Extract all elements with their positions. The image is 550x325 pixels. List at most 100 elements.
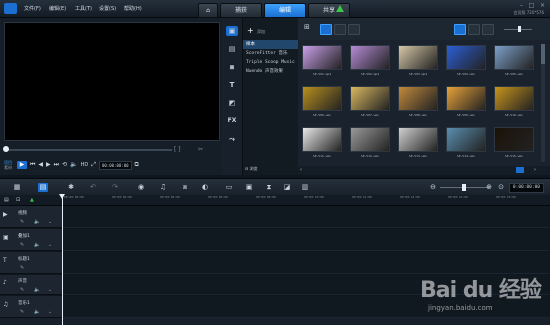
media-thumbnail[interactable] [494, 86, 534, 111]
menu-help[interactable]: 帮助(H) [124, 5, 142, 12]
zoom-out-icon[interactable]: ⊖ [428, 183, 438, 192]
fx-icon[interactable]: FX [226, 116, 238, 126]
zoom-preview-icon[interactable]: ⤢ [91, 161, 96, 169]
hd-toggle[interactable]: HD [81, 161, 89, 169]
subtitle-icon[interactable]: ▭ [224, 183, 234, 192]
auto-music-icon[interactable]: ⧈ [180, 183, 190, 192]
volume-icon[interactable]: 🔈 [70, 161, 77, 169]
track-title[interactable] [63, 252, 550, 274]
mute-icon[interactable]: 🔈 [34, 242, 40, 248]
playhead[interactable] [62, 196, 63, 325]
lock-icon[interactable]: ✎ [20, 242, 24, 248]
title-icon[interactable]: T [226, 80, 238, 90]
undo-icon[interactable]: ↶ [88, 183, 98, 192]
folder-item[interactable]: ScoreFitter 音乐 [243, 49, 298, 58]
instant-project-icon[interactable]: ▤ [226, 44, 238, 54]
expand-icon[interactable]: ⌄ [48, 219, 52, 225]
media-thumbnail[interactable] [446, 45, 486, 70]
tab-capture[interactable]: 捕获 [220, 3, 262, 18]
add-folder-label[interactable]: 添加 [257, 29, 265, 35]
media-icon[interactable]: ▣ [226, 26, 238, 36]
lock-icon[interactable]: ✎ [20, 309, 24, 315]
media-thumbnail[interactable] [302, 45, 342, 70]
media-thumbnail[interactable] [302, 127, 342, 152]
media-thumbnail[interactable] [302, 86, 342, 111]
scrub-handle[interactable] [3, 146, 9, 152]
expand-icon[interactable]: ⌄ [48, 242, 52, 248]
record-capture-icon[interactable]: ◉ [136, 183, 146, 192]
upload-icon[interactable] [336, 5, 344, 12]
graphics-icon[interactable]: ◩ [226, 98, 238, 108]
media-thumbnail[interactable] [494, 45, 534, 70]
media-thumbnail[interactable] [446, 127, 486, 152]
mute-icon[interactable]: 🔈 [34, 219, 40, 225]
snapshot-icon[interactable]: ⧉ [135, 161, 139, 169]
library-folders: + 添加 样本 ScoreFitter 音乐 Triple Scoop Musi… [243, 18, 298, 175]
lock-icon[interactable]: ✎ [20, 219, 24, 225]
options-icon[interactable] [516, 167, 524, 173]
timeline-timecode[interactable]: 0:00:00:00 [508, 183, 544, 193]
split-icon[interactable]: ✂ [198, 146, 203, 153]
lock-icon[interactable]: ✎ [20, 287, 24, 293]
split-screen-icon[interactable]: ▥ [300, 183, 310, 192]
transition-icon[interactable]: ⧈ [226, 62, 238, 72]
redo-icon[interactable]: ↷ [110, 183, 120, 192]
mask-icon[interactable]: ◪ [282, 183, 292, 192]
zoom-in-icon[interactable]: ⊕ [484, 183, 494, 192]
media-thumbnail[interactable] [494, 127, 534, 152]
home-icon[interactable]: ⏮ [30, 161, 35, 169]
path-icon[interactable]: ⤳ [226, 134, 238, 144]
mute-icon[interactable]: 🔈 [34, 287, 40, 293]
scroll-right-icon[interactable]: › [534, 167, 536, 173]
track-video[interactable] [63, 206, 550, 228]
media-thumbnail[interactable] [398, 86, 438, 111]
tab-edit[interactable]: 编辑 [264, 3, 306, 18]
tab-home[interactable]: ⌂ [198, 3, 218, 18]
menu-file[interactable]: 文件(F) [24, 5, 41, 12]
expand-icon[interactable]: ⌄ [48, 287, 52, 293]
media-thumbnail[interactable] [350, 127, 390, 152]
media-thumbnail[interactable] [350, 86, 390, 111]
time-remap-icon[interactable]: ⧗ [264, 183, 274, 192]
multi-camera-icon[interactable]: ▣ [244, 183, 254, 192]
mute-icon[interactable]: 🔈 [34, 309, 40, 315]
tools-icon[interactable]: ✱ [66, 183, 76, 192]
media-bottom-bar: ‹ › [298, 166, 550, 175]
prev-frame-icon[interactable]: ◀ [38, 161, 43, 169]
storyboard-view-icon[interactable]: ▦ [12, 183, 22, 192]
minimize-icon[interactable]: – [518, 3, 525, 9]
fit-project-icon[interactable]: ⊙ [496, 183, 506, 192]
add-folder-icon[interactable]: + [247, 26, 254, 35]
play-button[interactable]: ▶ [17, 161, 27, 169]
close-icon[interactable]: × [539, 3, 546, 9]
motion-track-icon[interactable]: ◐ [200, 183, 210, 192]
scroll-left-icon[interactable]: ‹ [300, 167, 302, 173]
next-frame-icon[interactable]: ▶ [46, 161, 51, 169]
clip-mode-label[interactable]: 素材 [4, 165, 12, 170]
zoom-slider-handle[interactable] [462, 184, 466, 191]
trim-markers-icon[interactable]: [ ] [174, 146, 181, 153]
menu-settings[interactable]: 设置(S) [99, 5, 116, 12]
preview-timecode[interactable]: 00:00:00:00 [99, 160, 132, 170]
track-overlay[interactable] [63, 229, 550, 251]
media-thumbnail[interactable] [398, 127, 438, 152]
folder-item[interactable]: 样本 [243, 40, 298, 49]
expand-icon[interactable]: ⌄ [48, 309, 52, 315]
sound-mixer-icon[interactable]: ♫ [158, 183, 168, 192]
media-thumbnail[interactable] [350, 45, 390, 70]
media-thumbnail[interactable] [398, 45, 438, 70]
browse-button[interactable]: ⊟ 浏览 [245, 166, 258, 172]
folder-item[interactable]: Triple Scoop Music [243, 58, 298, 67]
lock-icon[interactable]: ✎ [20, 265, 24, 271]
timeline-view-icon[interactable]: ▤ [38, 183, 48, 192]
folder-item[interactable]: Nuendo 声音效果 [243, 67, 298, 76]
repeat-icon[interactable]: ⟲ [62, 161, 67, 169]
media-thumbnail[interactable] [446, 86, 486, 111]
end-icon[interactable]: ⏭ [54, 161, 59, 169]
menu-edit[interactable]: 编辑(E) [49, 5, 66, 12]
media-scrollbar-thumb[interactable] [541, 44, 545, 64]
menu-tools[interactable]: 工具(T) [75, 5, 92, 12]
media-thumbnail-label: SP-V13.wmv [408, 154, 428, 158]
maximize-icon[interactable]: □ [528, 3, 535, 9]
scrub-bar[interactable] [4, 149, 172, 151]
